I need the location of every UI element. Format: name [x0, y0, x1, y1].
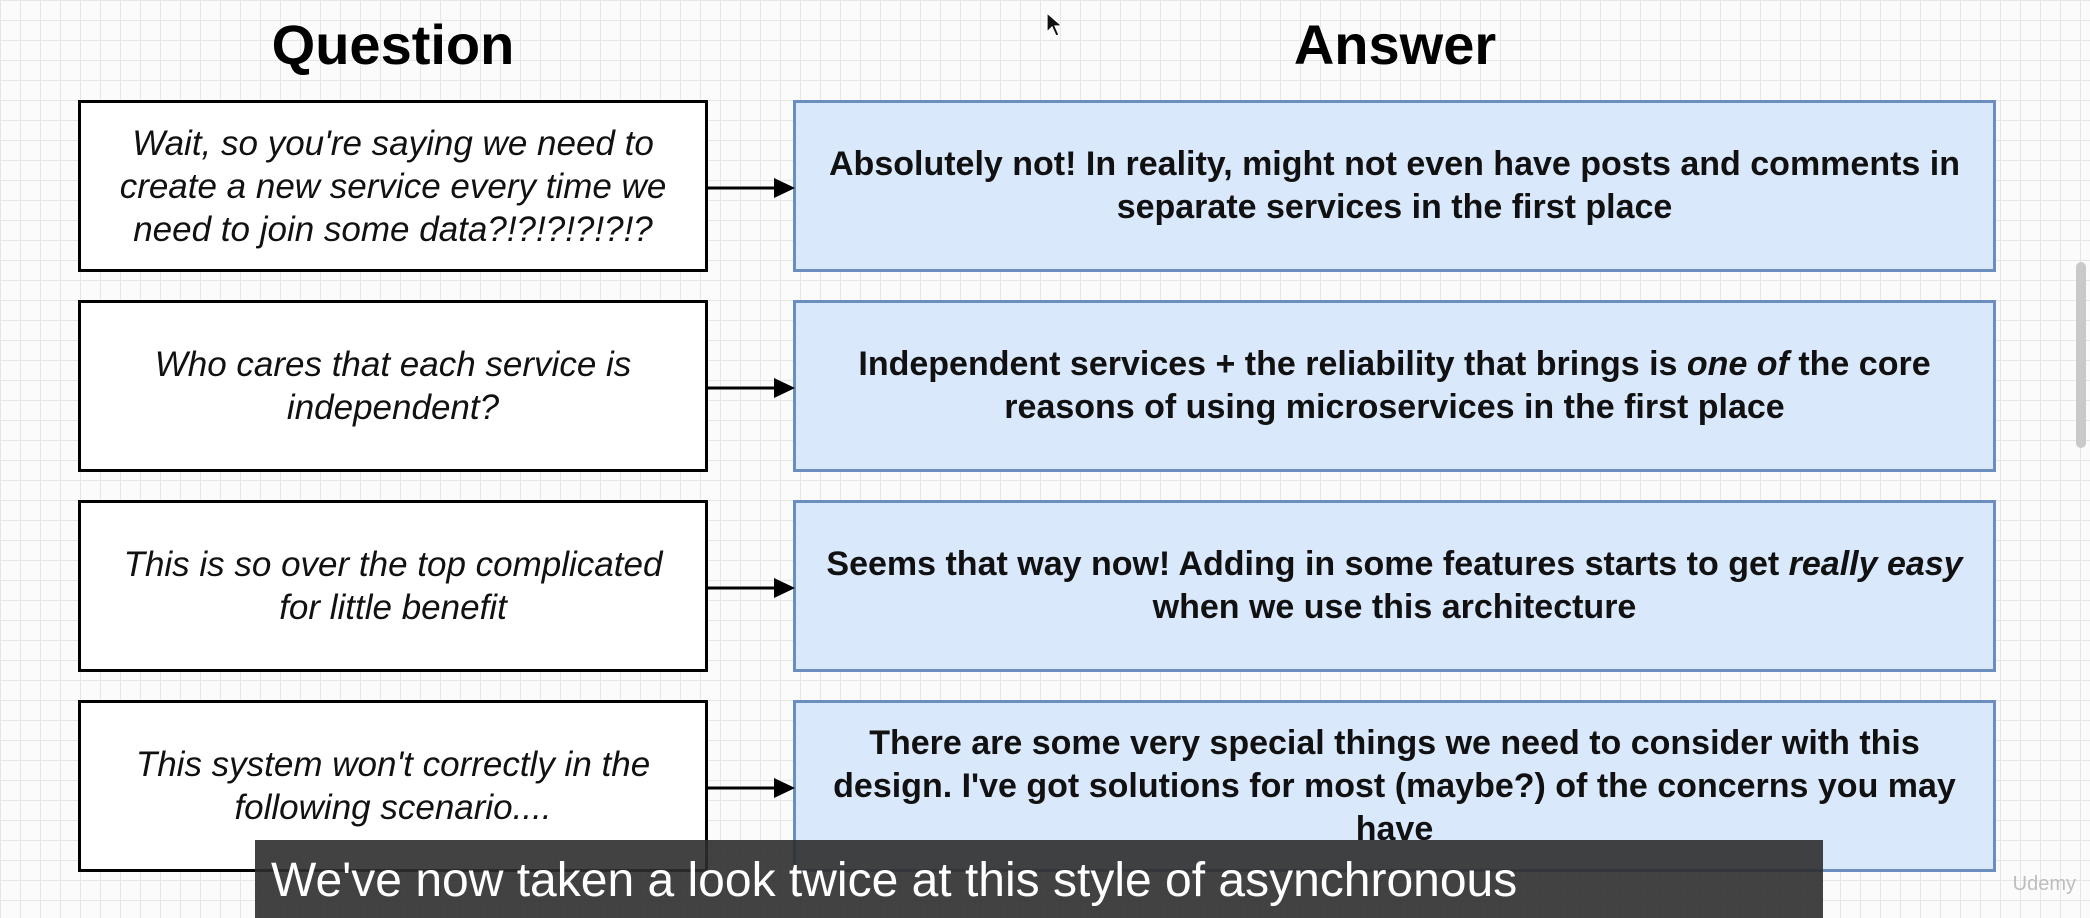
arrow-right-icon: [708, 378, 795, 398]
arrow-right-icon: [708, 778, 795, 798]
answer-segment: Independent services + the reliability t…: [858, 345, 1687, 383]
answer-box-3: Seems that way now! Adding in some featu…: [793, 500, 1996, 672]
question-box-2: Who cares that each service is independe…: [78, 300, 708, 472]
subtitle-bar: We've now taken a look twice at this sty…: [255, 840, 1823, 918]
scrollbar[interactable]: [2076, 262, 2086, 448]
answer-box-1: Absolutely not! In reality, might not ev…: [793, 100, 1996, 272]
answer-segment: There are some very special things we ne…: [833, 723, 1956, 848]
question-text-1: Wait, so you're saying we need to create…: [119, 123, 667, 249]
question-text-4: This system won't correctly in the follo…: [135, 745, 651, 827]
answer-text-1: Absolutely not! In reality, might not ev…: [808, 143, 1981, 229]
subtitle-text: We've now taken a look twice at this sty…: [271, 854, 1518, 907]
answer-segment: Seems that way now! Adding in some featu…: [826, 545, 1789, 583]
question-text-3: This is so over the top complicated for …: [123, 545, 663, 627]
answer-heading: Answer: [1293, 13, 1497, 76]
answer-text-4: There are some very special things we ne…: [808, 722, 1981, 851]
answer-segment: when we use this architecture: [1152, 588, 1637, 626]
question-heading: Question: [271, 13, 515, 76]
arrow-right-icon: [708, 178, 795, 198]
answer-emphasis: really easy: [1788, 545, 1963, 583]
answer-box-2: Independent services + the reliability t…: [793, 300, 1996, 472]
answer-emphasis: one of: [1686, 345, 1789, 383]
question-box-1: Wait, so you're saying we need to create…: [78, 100, 708, 272]
arrow-right-icon: [708, 578, 795, 598]
question-text-2: Who cares that each service is independe…: [154, 345, 632, 427]
answer-text-3: Seems that way now! Adding in some featu…: [808, 543, 1981, 629]
mouse-cursor-icon: [1046, 12, 1064, 37]
answer-segment: Absolutely not! In reality, might not ev…: [829, 145, 1960, 226]
question-box-3: This is so over the top complicated for …: [78, 500, 708, 672]
udemy-watermark: Udemy: [2012, 873, 2076, 895]
answer-text-2: Independent services + the reliability t…: [808, 343, 1981, 429]
